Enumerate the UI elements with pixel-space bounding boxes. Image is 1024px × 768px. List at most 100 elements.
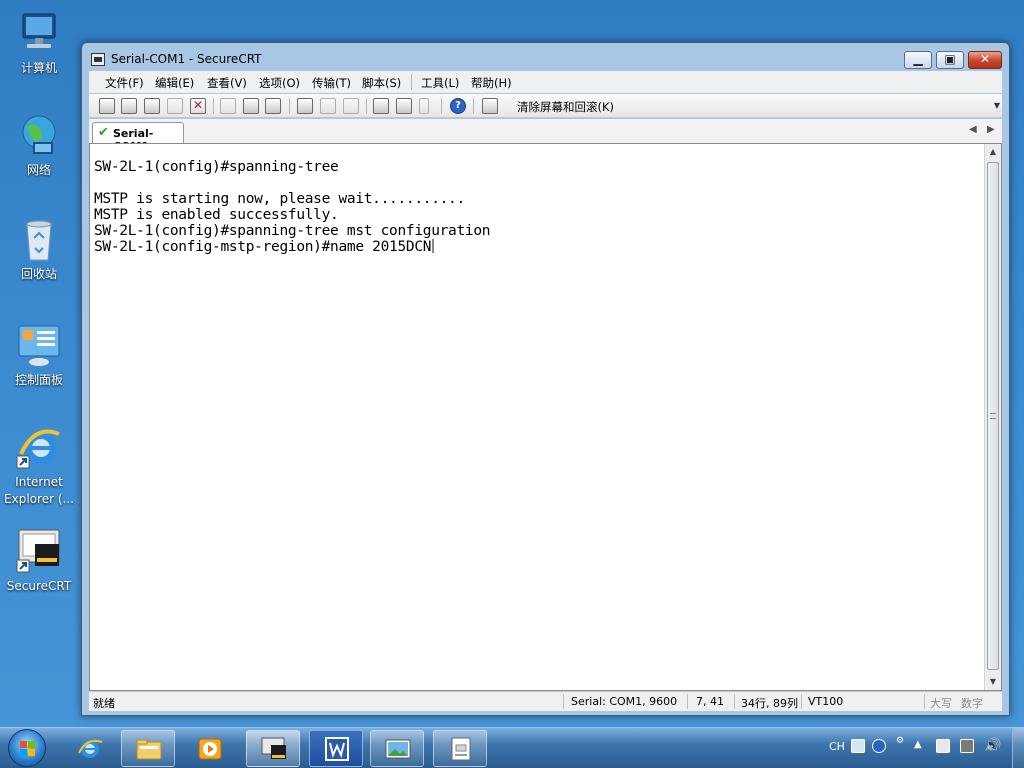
- terminal-line: MSTP is starting now, please wait.......…: [94, 191, 465, 207]
- minimize-button[interactable]: ▁: [904, 51, 932, 69]
- terminal-line: MSTP is enabled successfully.: [94, 207, 339, 223]
- scroll-down-icon[interactable]: ▼: [985, 674, 1001, 690]
- volume-icon[interactable]: 🔊: [984, 738, 1001, 754]
- clear-screen-icon[interactable]: [482, 98, 498, 114]
- close-button[interactable]: ✕: [968, 51, 1002, 69]
- desktop-icon-computer[interactable]: 计算机: [2, 10, 76, 77]
- input-options-icon[interactable]: ⚙: [896, 736, 904, 746]
- terminal-line: SW-2L-1(config)#spanning-tree mst config…: [94, 223, 491, 239]
- tab-prev-icon[interactable]: ◀: [969, 124, 977, 135]
- quick-connect-icon[interactable]: [121, 98, 137, 114]
- scroll-thumb[interactable]: [987, 162, 999, 670]
- menu-edit[interactable]: 编辑(E): [155, 75, 194, 91]
- network-status-icon[interactable]: [960, 739, 974, 753]
- scroll-up-icon[interactable]: ▲: [985, 144, 1001, 160]
- global-options-icon[interactable]: [396, 98, 412, 114]
- print-setup-icon[interactable]: [343, 98, 359, 114]
- desktop-icon-label: 回收站: [20, 267, 57, 281]
- scroll-grip-icon: [990, 413, 996, 419]
- folder-icon: [136, 739, 162, 760]
- menu-script[interactable]: 脚本(S): [362, 75, 401, 91]
- toolbar-overflow-icon[interactable]: ▼: [994, 101, 1000, 110]
- menu-options[interactable]: 选项(O): [259, 75, 300, 91]
- window-titlebar[interactable]: Serial-COM1 - SecureCRT ▁ ▣ ✕: [82, 43, 1009, 71]
- desktop-icon-internet-explorer[interactable]: Internet Explorer (...: [2, 424, 76, 508]
- picture-viewer-icon: [385, 739, 411, 759]
- terminal-line: SW-2L-1(config)#spanning-tree: [94, 159, 339, 175]
- desktop-icon-recycle-bin[interactable]: 回收站: [2, 216, 76, 283]
- toolbar-separator: [213, 98, 214, 114]
- taskbar-document[interactable]: [433, 730, 487, 767]
- connected-check-icon: ✔: [98, 125, 109, 140]
- menu-separator: [411, 74, 412, 90]
- connect-icon[interactable]: [99, 98, 115, 114]
- toolbar-separator: [441, 98, 442, 114]
- print-icon[interactable]: [297, 98, 313, 114]
- menu-help[interactable]: 帮助(H): [471, 75, 512, 91]
- show-desktop-button[interactable]: [1012, 728, 1024, 768]
- find-icon[interactable]: [265, 98, 281, 114]
- menu-tools[interactable]: 工具(L): [421, 75, 459, 91]
- help-icon[interactable]: [872, 739, 886, 753]
- status-separator: [563, 694, 564, 709]
- taskbar-picture-viewer[interactable]: [370, 730, 424, 767]
- status-cursor-position: 7, 41: [696, 695, 724, 708]
- copy-icon[interactable]: [220, 98, 236, 114]
- keyboard-icon[interactable]: [851, 739, 865, 753]
- menu-transfer[interactable]: 传输(T): [312, 75, 351, 91]
- status-caps-lock: 大写: [930, 697, 952, 710]
- computer-icon: [15, 10, 63, 58]
- terminal-cursor: [432, 239, 435, 253]
- windows-logo-icon: [20, 741, 36, 757]
- print-selection-icon[interactable]: [320, 98, 336, 114]
- window-title: Serial-COM1 - SecureCRT: [111, 52, 262, 66]
- vertical-scrollbar[interactable]: ▲ ▼: [984, 144, 1001, 690]
- toolbar: ? 清除屏幕和回滚(K) ▼: [89, 94, 1002, 118]
- desktop-icon-securecrt[interactable]: SecureCRT: [2, 528, 76, 595]
- desktop-icon-network[interactable]: 网络: [2, 112, 76, 179]
- status-num-lock: 数字: [961, 697, 983, 710]
- status-bar: 就绪 Serial: COM1, 9600 7, 41 34行, 89列 VT1…: [89, 691, 1002, 711]
- keymap-icon[interactable]: [419, 98, 429, 114]
- menu-view[interactable]: 查看(V): [207, 75, 247, 91]
- start-button[interactable]: [8, 729, 46, 767]
- show-hidden-icons[interactable]: ▲: [914, 739, 922, 750]
- taskbar-internet-explorer[interactable]: [62, 730, 116, 767]
- reconnect-icon[interactable]: [167, 98, 183, 114]
- maximize-button[interactable]: ▣: [936, 51, 964, 69]
- network-icon: [15, 112, 63, 160]
- menu-file[interactable]: 文件(F): [105, 75, 144, 91]
- taskbar-file-explorer[interactable]: [121, 730, 175, 767]
- desktop-icon-control-panel[interactable]: 控制面板: [2, 322, 76, 389]
- clear-screen-button[interactable]: 清除屏幕和回滚(K): [517, 99, 614, 115]
- action-center-icon[interactable]: [936, 739, 950, 753]
- status-separator: [687, 694, 688, 709]
- app-icon[interactable]: [91, 53, 105, 66]
- tab-serial-com1[interactable]: ✔ Serial-COM1: [92, 122, 184, 153]
- language-indicator[interactable]: CH: [829, 740, 845, 753]
- disconnect-icon[interactable]: [190, 98, 206, 114]
- toolbar-separator: [366, 98, 367, 114]
- session-options-icon[interactable]: [373, 98, 389, 114]
- status-terminal-size: 34行, 89列: [741, 697, 798, 710]
- status-separator: [801, 694, 802, 709]
- internet-explorer-icon: [15, 424, 63, 472]
- help-icon[interactable]: ?: [450, 98, 466, 114]
- terminal-line: SW-2L-1(config-mstp-region)#name 2015DCN: [94, 239, 432, 255]
- status-separator: [924, 694, 925, 709]
- recycle-bin-icon: [15, 216, 63, 264]
- tab-next-icon[interactable]: ▶: [987, 124, 995, 135]
- terminal-area[interactable]: SW-2L-1(config)#spanning-tree MSTP is st…: [89, 143, 1002, 691]
- taskbar-word[interactable]: [309, 730, 363, 767]
- paste-icon[interactable]: [243, 98, 259, 114]
- status-session: Serial: COM1, 9600: [571, 695, 678, 708]
- connect-in-tab-icon[interactable]: [144, 98, 160, 114]
- status-ready: 就绪: [93, 697, 115, 710]
- status-emulation: VT100: [808, 695, 844, 708]
- desktop-icon-label: Internet Explorer (...: [4, 475, 74, 506]
- menu-bar: 文件(F) 编辑(E) 查看(V) 选项(O) 传输(T) 脚本(S) 工具(L…: [89, 71, 1002, 93]
- toolbar-separator: [289, 98, 290, 114]
- taskbar-media-player[interactable]: [182, 730, 236, 767]
- desktop-icon-label: SecureCRT: [6, 579, 72, 593]
- taskbar-securecrt[interactable]: [246, 730, 300, 767]
